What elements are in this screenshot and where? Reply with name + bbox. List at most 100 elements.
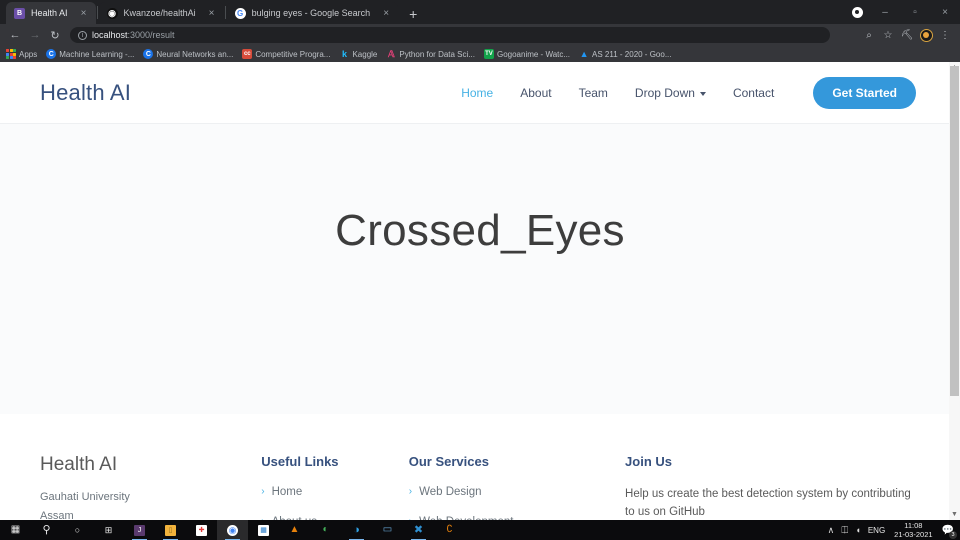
address-line: Assam — [40, 509, 74, 520]
apps-grid-icon — [6, 49, 16, 59]
bookmark-item[interactable]: Apps — [6, 49, 37, 59]
search-icon[interactable]: ⚲ — [31, 520, 62, 540]
browser-tab[interactable]: ◉ Kwanzoe/healthAi × — [98, 2, 224, 24]
nav-item-about[interactable]: About — [520, 86, 551, 100]
microsoft-store-icon[interactable]: ▦ — [248, 520, 279, 540]
zoom-icon[interactable]: ⌕ — [860, 26, 878, 44]
footer-services-column: Our Services › Web Design › Web Developm… — [409, 454, 625, 520]
vscode-icon[interactable]: ✖ — [403, 520, 434, 540]
footer-brand-column: Health AI Gauhati University Assam India… — [40, 454, 261, 520]
close-window-button[interactable]: × — [930, 0, 960, 24]
nav-item-drop-down[interactable]: Drop Down — [635, 86, 706, 100]
back-icon[interactable]: ← — [6, 26, 24, 44]
footer-address: Gauhati University Assam India — [40, 488, 261, 520]
window-controls: – ▫ × — [844, 0, 960, 24]
maximize-button[interactable]: ▫ — [900, 0, 930, 24]
extensions-puzzle-icon[interactable]: ⛏ — [898, 26, 916, 44]
bookmark-label: Machine Learning -... — [59, 49, 135, 59]
result-title: Crossed_Eyes — [335, 206, 625, 255]
start-button[interactable]: ▦ — [0, 520, 31, 540]
tab-close-icon[interactable]: × — [380, 7, 392, 19]
bookmark-item[interactable]: C Machine Learning -... — [46, 49, 134, 59]
file-explorer-icon[interactable]: ▯ — [155, 520, 186, 540]
onedrive-icon[interactable]: ⎅ — [841, 525, 848, 536]
site-footer: Health AI Gauhati University Assam India… — [0, 414, 960, 520]
chrome-profile-pill-icon[interactable] — [844, 0, 870, 24]
chrome-menu-icon[interactable]: ⋮ — [936, 26, 954, 44]
clock[interactable]: 11:08 21-03-2021 — [892, 521, 934, 540]
site-header: Health AI Home About Team Drop Down Cont… — [0, 62, 960, 124]
tab-title: Kwanzoe/healthAi — [123, 8, 196, 18]
bookmark-item[interactable]: 𝔸 Python for Data Sci... — [386, 49, 475, 59]
footer-useful-links-column: Useful Links › Home › About us › Service — [261, 454, 408, 520]
bookmark-item[interactable]: k Kaggle — [339, 49, 377, 59]
bookmarks-bar: Apps C Machine Learning -... C Neural Ne… — [0, 46, 960, 62]
new-tab-button[interactable]: + — [402, 4, 424, 24]
remote-desktop-icon[interactable]: ▭ — [372, 520, 403, 540]
tab-strip: B Health AI × ◉ Kwanzoe/healthAi × G bul… — [0, 0, 960, 24]
nav-item-contact[interactable]: Contact — [733, 86, 774, 100]
bookmark-label: AS 211 - 2020 - Goo... — [592, 49, 672, 59]
tray-overflow-icon[interactable]: ∧ — [828, 525, 835, 536]
windows-taskbar: ▦ ⚲ ○ ⊞ J ▯ ✚ ◉ ▦ ▲ ◐ ◑ ▭ ✖ ∁ ∧ ⎅ ◖ ENG … — [0, 520, 960, 540]
scroll-down-arrow-icon[interactable]: ▼ — [949, 509, 960, 520]
gift-app-icon[interactable]: ✚ — [186, 520, 217, 540]
join-us-description: Help us create the best detection system… — [625, 488, 911, 518]
coursera-icon: C — [143, 49, 154, 59]
toolbar-actions: ⌕ ☆ ⛏ ⋮ — [860, 26, 954, 44]
google-drive-icon: ▲ — [579, 49, 589, 59]
tab-close-icon[interactable]: × — [206, 7, 218, 19]
bookmark-star-icon[interactable]: ☆ — [879, 26, 897, 44]
page-viewport: Health AI Home About Team Drop Down Cont… — [0, 62, 960, 520]
profile-avatar[interactable] — [917, 26, 935, 44]
cortana-icon[interactable]: ○ — [62, 520, 93, 540]
bookmark-label: Apps — [19, 49, 38, 59]
tab-divider — [96, 5, 98, 19]
octave-icon[interactable]: ∁ — [434, 520, 465, 540]
anaconda-icon[interactable]: ◐ — [310, 520, 341, 540]
nav-item-team[interactable]: Team — [579, 86, 608, 100]
vlc-icon[interactable]: ▲ — [279, 520, 310, 540]
browser-tab[interactable]: G bulging eyes - Google Search × — [226, 2, 399, 24]
wifi-icon[interactable]: ◖ — [855, 525, 860, 535]
language-indicator[interactable]: ENG — [868, 526, 885, 535]
site-logo[interactable]: Health AI — [40, 80, 131, 106]
get-started-button[interactable]: Get Started — [813, 76, 916, 109]
browser-chrome: B Health AI × ◉ Kwanzoe/healthAi × G bul… — [0, 0, 960, 62]
tab-close-icon[interactable]: × — [78, 7, 90, 19]
bookmark-item[interactable]: ▲ AS 211 - 2020 - Goo... — [579, 49, 672, 59]
coursera-icon: C — [46, 49, 57, 59]
cc-icon: cc — [242, 49, 253, 59]
footer-service-web-design[interactable]: › Web Design — [409, 486, 625, 498]
chevron-down-icon — [699, 91, 706, 96]
page-scrollbar[interactable]: ▲ ▼ — [949, 62, 960, 520]
chevron-right-icon: › — [408, 486, 413, 497]
address-line: Gauhati University — [40, 491, 130, 503]
jupyter-icon[interactable]: J — [124, 520, 155, 540]
reload-icon[interactable]: ↻ — [46, 26, 64, 44]
footer-service-label: Web Design — [419, 486, 482, 498]
nav-item-home[interactable]: Home — [461, 86, 493, 100]
bookmark-item[interactable]: TV Gogoanime - Watc... — [483, 49, 570, 59]
app-icon: B — [14, 7, 25, 19]
minimize-button[interactable]: – — [870, 0, 900, 24]
scrollbar-thumb[interactable] — [950, 66, 959, 396]
kaggle-icon: k — [341, 49, 347, 59]
edge-icon[interactable]: ◑ — [341, 520, 372, 540]
footer-link-home[interactable]: › Home — [261, 486, 408, 498]
address-bar[interactable]: i localhost:3000/result — [70, 27, 830, 43]
task-view-icon[interactable]: ⊞ — [93, 520, 124, 540]
site-info-icon[interactable]: i — [78, 30, 87, 40]
notifications-icon[interactable]: 💬 3 — [942, 525, 957, 539]
system-tray: ∧ ⎅ ◖ ENG 11:08 21-03-2021 💬 3 — [828, 521, 960, 540]
forward-icon[interactable]: → — [26, 26, 44, 44]
notification-badge: 3 — [949, 530, 957, 539]
browser-toolbar: ← → ↻ i localhost:3000/result ⌕ ☆ ⛏ ⋮ — [0, 24, 960, 46]
tab-title: bulging eyes - Google Search — [251, 8, 371, 18]
bookmark-item[interactable]: cc Competitive Progra... — [242, 49, 330, 59]
browser-tab[interactable]: B Health AI × — [6, 2, 96, 24]
our-services-heading: Our Services — [408, 454, 489, 469]
chrome-icon[interactable]: ◉ — [217, 520, 248, 540]
bookmark-item[interactable]: C Neural Networks an... — [143, 49, 233, 59]
url-text: localhost:3000/result — [92, 30, 175, 40]
